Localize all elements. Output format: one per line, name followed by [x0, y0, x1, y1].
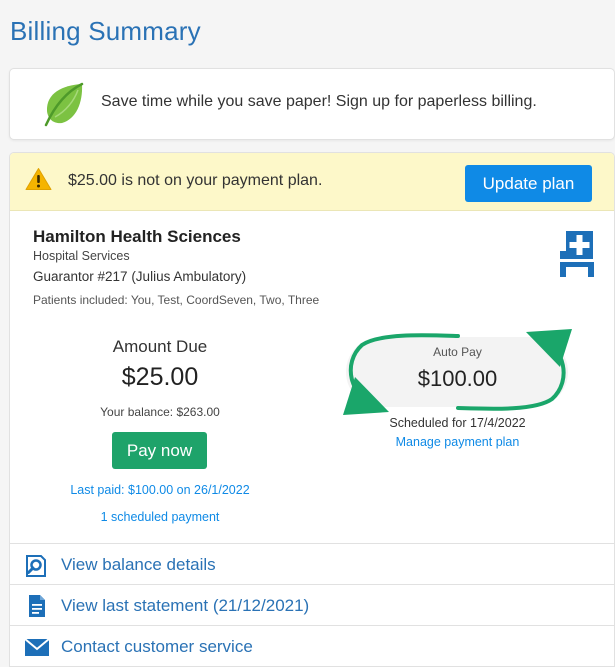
scheduled-payment-link[interactable]: 1 scheduled payment — [10, 510, 310, 524]
pay-now-button[interactable]: Pay now — [112, 432, 207, 469]
leaf-icon — [44, 82, 84, 127]
paperless-banner[interactable]: Save time while you save paper! Sign up … — [9, 68, 615, 140]
view-balance-details-link[interactable]: View balance details — [10, 543, 614, 584]
view-last-statement-link[interactable]: View last statement (21/12/2021) — [10, 584, 614, 625]
last-paid-link[interactable]: Last paid: $100.00 on 26/1/2022 — [10, 483, 310, 497]
contact-customer-service-label: Contact customer service — [61, 637, 253, 656]
patients-included: Patients included: You, Test, CoordSeven… — [33, 293, 320, 307]
provider-name: Hamilton Health Sciences — [33, 227, 241, 246]
amount-due-value: $25.00 — [121, 363, 199, 391]
paperless-message: Save time while you save paper! Sign up … — [101, 93, 537, 110]
guarantor-info: Guarantor #217 (Julius Ambulatory) — [33, 269, 247, 284]
warning-icon — [25, 168, 52, 190]
provider-type: Hospital Services — [33, 249, 130, 263]
hospital-icon — [560, 231, 594, 277]
balance-text: Your balance: $263.00 — [100, 405, 220, 419]
magnifier-document-icon — [26, 555, 46, 577]
manage-payment-plan-link[interactable]: Manage payment plan — [340, 435, 575, 449]
page-title: Billing Summary — [10, 16, 201, 46]
alert-message: $25.00 is not on your payment plan. — [68, 172, 323, 189]
view-balance-details-label: View balance details — [61, 555, 216, 574]
document-icon — [29, 595, 45, 617]
update-plan-button[interactable]: Update plan — [465, 165, 592, 202]
contact-customer-service-link[interactable]: Contact customer service — [10, 625, 614, 666]
view-last-statement-label: View last statement (21/12/2021) — [61, 596, 310, 615]
autopay-amount: $100.00 — [417, 366, 498, 391]
billing-card: $25.00 is not on your payment plan. Upda… — [9, 152, 615, 667]
autopay-label: Auto Pay — [433, 345, 482, 359]
autopay-scheduled-date: Scheduled for 17/4/2022 — [389, 416, 526, 430]
amount-due-label: Amount Due — [112, 337, 208, 356]
envelope-icon — [24, 638, 50, 656]
payment-plan-alert: $25.00 is not on your payment plan. Upda… — [10, 153, 614, 211]
